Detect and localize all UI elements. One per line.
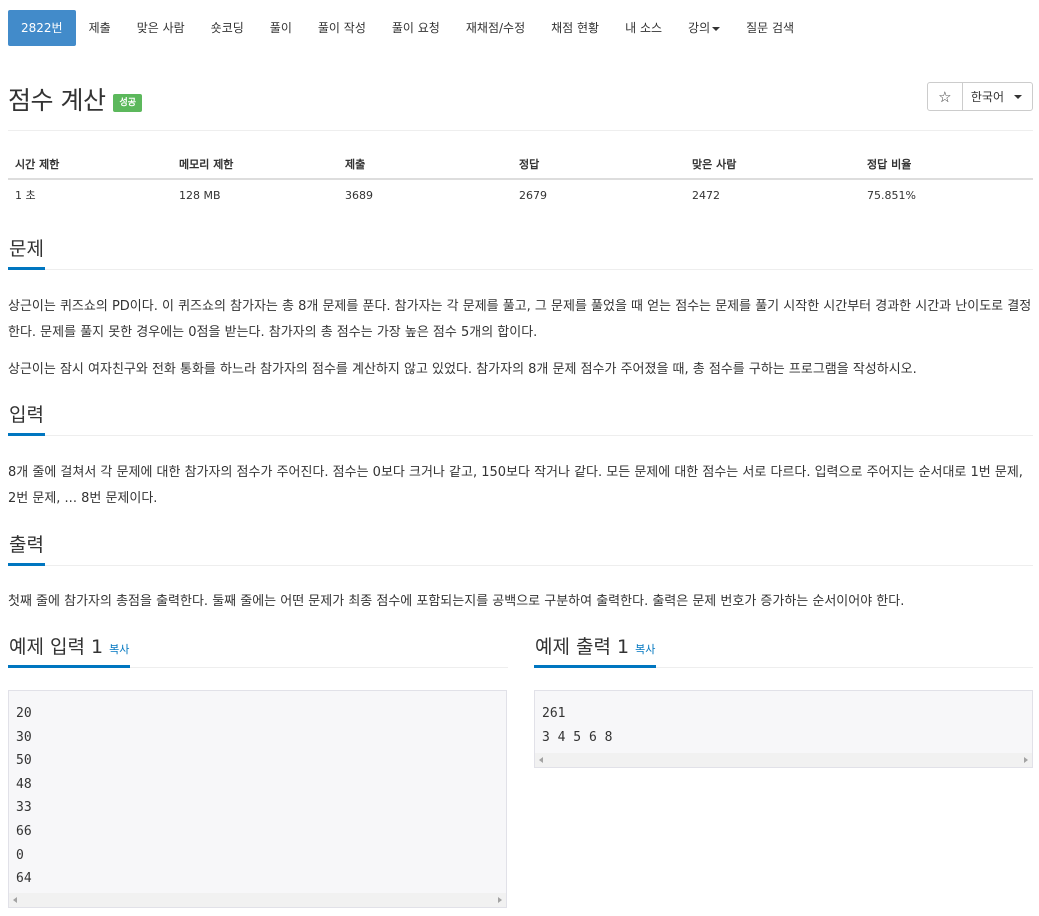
tab-lectures-label: 강의 — [688, 21, 711, 35]
output-description: 첫째 줄에 참가자의 총점을 출력한다. 둘째 줄에는 어떤 문제가 최종 점수… — [8, 594, 905, 609]
favorite-star-button[interactable]: ☆ — [928, 83, 963, 110]
table-cell: 2472 — [692, 188, 720, 202]
table-cell: 1 초 — [15, 189, 36, 202]
sample-output-box: 261 3 4 5 6 8 — [534, 690, 1033, 768]
page-title: 점수 계산 — [8, 86, 106, 115]
scroll-right-icon[interactable] — [1024, 757, 1028, 763]
column-header: 정답 비율 — [860, 150, 1033, 180]
sample-input-box: 20 30 50 48 33 66 0 64 — [8, 690, 507, 908]
copy-sample-output-button[interactable]: 복사 — [635, 643, 655, 656]
star-icon: ☆ — [938, 87, 952, 106]
problem-info-table: 시간 제한 메모리 제한 제출 정답 맞은 사람 정답 비율 1 초 128 M… — [8, 150, 1033, 210]
sample-output-title: 예제 출력 1 — [535, 636, 630, 658]
divider — [8, 130, 1033, 131]
table-cell: 3689 — [345, 188, 373, 202]
section-heading: 입력 — [8, 400, 45, 436]
tab-my-source[interactable]: 내 소스 — [612, 10, 675, 46]
caret-down-icon — [712, 26, 721, 31]
tab-solutions[interactable]: 풀이 — [257, 10, 305, 46]
input-section-header: 입력 — [8, 402, 1033, 436]
tab-rejudge[interactable]: 재채점/수정 — [453, 10, 538, 46]
copy-sample-input-button[interactable]: 복사 — [109, 643, 129, 656]
input-description: 8개 줄에 걸쳐서 각 문제에 대한 참가자의 점수가 주어진다. 점수는 0보… — [8, 465, 1023, 506]
tab-write-solution[interactable]: 풀이 작성 — [305, 10, 379, 46]
scroll-left-icon[interactable] — [539, 757, 543, 763]
table-row: 1 초 128 MB 3689 2679 2472 75.851% — [8, 179, 1033, 210]
problem-nav-tabs: 2822번 제출 맞은 사람 숏코딩 풀이 풀이 작성 풀이 요청 재채점/수정… — [8, 10, 807, 46]
sample-input-header: 예제 입력 1 복사 — [8, 634, 508, 668]
column-header: 정답 — [512, 150, 685, 180]
column-header: 시간 제한 — [8, 150, 172, 180]
tab-lectures-dropdown[interactable]: 강의 — [675, 10, 733, 46]
status-badge: 성공 — [113, 94, 143, 112]
language-label: 한국어 — [970, 90, 1004, 104]
sample-input-text: 20 30 50 48 33 66 0 64 — [16, 706, 32, 887]
column-header: 제출 — [338, 150, 512, 180]
output-section-header: 출력 — [8, 532, 1033, 566]
horizontal-scrollbar[interactable] — [9, 893, 506, 907]
problem-description: 상근이는 잠시 여자친구와 전화 통화를 하느라 참가자의 점수를 계산하지 않… — [8, 362, 917, 377]
problem-section-header: 문제 — [8, 236, 1033, 270]
tab-question-search[interactable]: 질문 검색 — [733, 10, 807, 46]
table-cell: 2679 — [519, 188, 547, 202]
tab-request-solution[interactable]: 풀이 요청 — [379, 10, 453, 46]
language-dropdown[interactable]: 한국어 — [963, 83, 1032, 110]
table-cell: 75.851% — [867, 188, 916, 202]
section-heading: 출력 — [8, 530, 45, 566]
table-cell: 128 MB — [179, 188, 221, 202]
tab-judge-status[interactable]: 채점 현황 — [538, 10, 612, 46]
problem-description: 상근이는 퀴즈쇼의 PD이다. 이 퀴즈쇼의 참가자는 총 8개 문제를 푼다.… — [8, 299, 1032, 340]
sample-output-header: 예제 출력 1 복사 — [534, 634, 1033, 668]
page-header: 점수 계산 성공 — [8, 82, 143, 116]
title-tools: ☆ 한국어 — [926, 82, 1033, 111]
table-header-row: 시간 제한 메모리 제한 제출 정답 맞은 사람 정답 비율 — [8, 150, 1033, 180]
tab-problem[interactable]: 2822번 — [8, 10, 76, 46]
tab-short-coding[interactable]: 숏코딩 — [198, 10, 257, 46]
section-heading: 예제 출력 1 복사 — [534, 632, 657, 668]
section-heading: 예제 입력 1 복사 — [8, 632, 131, 668]
tab-submit[interactable]: 제출 — [76, 10, 124, 46]
sample-output-text: 261 3 4 5 6 8 — [542, 706, 613, 745]
scroll-right-icon[interactable] — [498, 897, 502, 903]
sample-input-title: 예제 입력 1 — [9, 636, 104, 658]
caret-down-icon — [1014, 94, 1022, 99]
section-heading: 문제 — [8, 234, 45, 270]
tab-accepted-users[interactable]: 맞은 사람 — [124, 10, 198, 46]
column-header: 맞은 사람 — [685, 150, 860, 180]
horizontal-scrollbar[interactable] — [535, 753, 1032, 767]
scroll-left-icon[interactable] — [13, 897, 17, 903]
column-header: 메모리 제한 — [172, 150, 338, 180]
